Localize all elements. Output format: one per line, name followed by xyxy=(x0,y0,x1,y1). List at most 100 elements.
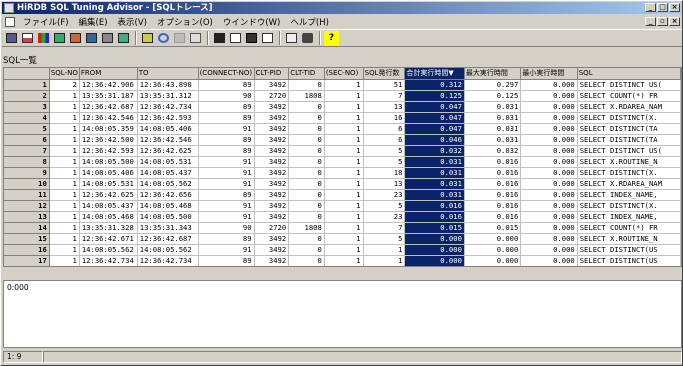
sql-detail-pane[interactable]: 0:000 xyxy=(3,280,682,348)
table-cell: 1 xyxy=(324,211,364,223)
table-row[interactable]: 2 1 13:35:31.187 13:35:31.312 90 2720 1808 1 7 0.… xyxy=(4,90,681,102)
export-icon[interactable] xyxy=(84,31,99,46)
table-cell: 1 xyxy=(49,200,80,212)
table-cell: 91 xyxy=(198,244,255,256)
preview-page-icon[interactable] xyxy=(284,31,299,46)
row-header[interactable]: 7 xyxy=(4,145,50,157)
minimize-button[interactable]: _ xyxy=(645,3,656,12)
table-row[interactable]: 16 1 14:08:05.562 14:08:05.562 91 3492 0 1 1 0.00… xyxy=(4,244,681,256)
document-icon[interactable] xyxy=(5,16,15,27)
table-row[interactable]: 17 1 12:36:42.734 12:36:42.734 89 3492 0 1 1 0.00… xyxy=(4,255,681,266)
table-cell: 89 xyxy=(198,101,255,113)
zoom-icon[interactable] xyxy=(140,31,155,46)
child-minimize-button[interactable]: _ xyxy=(645,17,656,26)
row-header[interactable]: 11 xyxy=(4,189,50,201)
table-row[interactable]: 7 1 12:36:42.593 12:36:42.625 89 3492 0 1 5 0.032… xyxy=(4,145,681,157)
column-header-6[interactable]: CLT-TID xyxy=(288,68,325,80)
row-header[interactable]: 15 xyxy=(4,233,50,245)
table-cell: 0.031 xyxy=(404,167,465,179)
row-header[interactable]: 8 xyxy=(4,156,50,168)
table-cell: 0.000 xyxy=(521,266,577,267)
table-row[interactable]: 8 1 14:08:05.500 14:08:05.531 91 3492 0 1 5 0.031… xyxy=(4,156,681,168)
table-cell: 89 xyxy=(198,134,255,146)
search-icon[interactable] xyxy=(244,31,259,46)
table-row[interactable]: 6 1 12:36:42.500 12:36:42.546 89 3492 0 1 6 0.046… xyxy=(4,134,681,146)
row-header[interactable]: 2 xyxy=(4,90,50,102)
table-row[interactable]: 13 1 14:08:05.468 14:08:05.500 91 3492 0 1 23 0.0… xyxy=(4,211,681,223)
status-bar: 1: 9 xyxy=(3,351,682,364)
table-row[interactable]: 4 1 12:36:42.546 12:36:42.593 89 3492 0 1 16 0.04… xyxy=(4,112,681,124)
row-header[interactable]: 12 xyxy=(4,200,50,212)
chart-icon[interactable] xyxy=(36,31,51,46)
maximize-button[interactable]: □ xyxy=(657,3,668,12)
row-header[interactable]: 5 xyxy=(4,123,50,135)
table-cell: 12:36:42.625 xyxy=(79,189,138,201)
compare-icon[interactable] xyxy=(52,31,67,46)
binoculars-icon[interactable] xyxy=(260,31,275,46)
row-header[interactable]: 14 xyxy=(4,222,50,234)
row-header[interactable]: 13 xyxy=(4,211,50,223)
column-header-5[interactable]: CLT-PID xyxy=(254,68,290,80)
column-header-12[interactable]: SQL xyxy=(577,68,681,80)
column-header-4[interactable]: (CONNECT-NO) xyxy=(198,68,255,80)
table-cell: 1 xyxy=(49,101,80,113)
find-icon[interactable] xyxy=(100,31,115,46)
column-header-2[interactable]: FROM xyxy=(79,68,138,80)
row-header[interactable]: 16 xyxy=(4,244,50,256)
column-header-0[interactable] xyxy=(4,68,50,80)
help-icon[interactable]: ? xyxy=(324,30,339,46)
table-cell: 0.000 xyxy=(464,244,522,256)
row-header[interactable]: 9 xyxy=(4,167,50,179)
table-row[interactable]: 18214:08:05.57814:08:06.29691349201510.0… xyxy=(4,266,681,267)
table-row[interactable]: 11 1 12:36:42.625 12:36:42.656 89 3492 0 1 23 0.0… xyxy=(4,189,681,201)
menu-window[interactable]: ウインドウ(W) xyxy=(218,16,286,28)
copy-icon[interactable] xyxy=(188,31,203,46)
table-row[interactable]: 14 1 13:35:31.328 13:35:31.343 90 2720 1808 1 7 0… xyxy=(4,222,681,234)
table-row[interactable]: 12 1 14:08:05.437 14:08:05.468 91 3492 0 1 5 0.01… xyxy=(4,200,681,212)
menu-file[interactable]: ファイル(F) xyxy=(18,16,74,28)
menu-help[interactable]: ヘルプ(H) xyxy=(285,16,334,28)
column-header-9[interactable]: 合計実行時間▼ xyxy=(404,68,465,80)
row-header[interactable]: 18 xyxy=(4,266,49,267)
row-header[interactable]: 3 xyxy=(4,101,50,113)
sql-list-grid[interactable]: SQL-NO FROM TO (CONNECT-NO) CLT-PID CLT-TID (S… xyxy=(3,67,682,267)
app-window: HiRDB SQL Tuning Advisor - [SQLトレース] _ □… xyxy=(0,0,683,366)
grid-icon[interactable] xyxy=(4,31,19,46)
table-row[interactable]: 3 1 12:36:42.687 12:36:42.734 89 3492 0 1 13 0.04… xyxy=(4,101,681,113)
row-header[interactable]: 1 xyxy=(4,79,50,91)
child-restore-button[interactable]: ▫ xyxy=(657,17,668,26)
row-header[interactable]: 4 xyxy=(4,112,50,124)
column-header-7[interactable]: (SEC-NO) xyxy=(324,68,364,80)
row-header[interactable]: 6 xyxy=(4,134,50,146)
child-close-button[interactable]: × xyxy=(669,17,680,26)
column-header-8[interactable]: SQL発行数 xyxy=(363,68,406,80)
table-row[interactable]: 10 1 14:08:05.531 14:08:05.562 91 3492 0 1 13 0.0… xyxy=(4,178,681,190)
filter-icon[interactable] xyxy=(68,31,83,46)
table-cell: 0 xyxy=(288,178,325,190)
table-cell: 14:08:05.437 xyxy=(137,167,199,179)
delete-icon[interactable] xyxy=(156,31,171,46)
column-header-3[interactable]: TO xyxy=(137,68,199,80)
print-icon[interactable] xyxy=(212,31,227,46)
column-header-1[interactable]: SQL-NO xyxy=(49,68,80,80)
column-header-11[interactable]: 最小実行時間 xyxy=(520,68,578,80)
preview-icon[interactable] xyxy=(228,31,243,46)
table-row[interactable]: 9 1 14:08:05.406 14:08:05.437 91 3492 0 1 18 0.03… xyxy=(4,167,681,179)
table-cell: 0.031 xyxy=(464,134,522,146)
table-row[interactable]: 5 1 14:08:05.359 14:08:05.406 91 3492 0 1 6 0.047… xyxy=(4,123,681,135)
table-row[interactable]: 1 2 12:36:42.906 12:36:43.890 89 3492 0 1 51 0.31… xyxy=(4,79,681,91)
table-row[interactable]: 15 1 12:36:42.671 12:36:42.687 89 3492 0 1 5 0.00… xyxy=(4,233,681,245)
row-header[interactable]: 10 xyxy=(4,178,50,190)
close-button[interactable]: × xyxy=(669,3,680,12)
save-icon[interactable] xyxy=(172,31,187,46)
toolbar-separator xyxy=(207,31,209,45)
column-header-10[interactable]: 最大実行時間 xyxy=(464,68,522,80)
menu-view[interactable]: 表示(V) xyxy=(113,16,152,28)
row-header[interactable]: 17 xyxy=(4,255,50,266)
menu-options[interactable]: オプション(O) xyxy=(152,16,218,28)
table-cell: 12:36:43.890 xyxy=(137,79,199,91)
menu-edit[interactable]: 編集(E) xyxy=(74,16,113,28)
binoculars-find-icon[interactable] xyxy=(300,31,315,46)
sort-icon[interactable] xyxy=(116,31,131,46)
table-icon[interactable] xyxy=(20,31,35,46)
